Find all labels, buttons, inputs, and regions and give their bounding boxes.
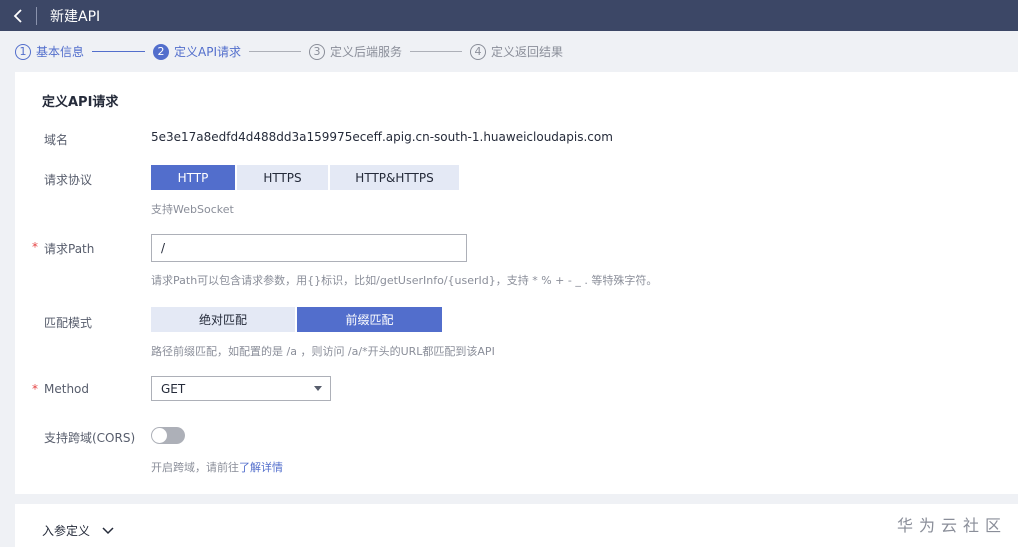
cors-label: 支持跨域(CORS)	[44, 431, 136, 445]
match-option-exact[interactable]: 绝对匹配	[151, 307, 295, 332]
top-bar: 新建API	[0, 0, 1018, 31]
protocol-option-https[interactable]: HTTPS	[237, 165, 328, 190]
step-number-1: 1	[15, 43, 31, 60]
step-label-3: 定义后端服务	[330, 45, 403, 59]
step-label-1: 基本信息	[36, 45, 85, 59]
match-mode-selector: 绝对匹配 前缀匹配	[151, 307, 444, 332]
cors-learn-more-link[interactable]: 了解详情	[239, 461, 283, 474]
required-mark: *	[32, 240, 38, 254]
params-card: 入参定义	[15, 504, 1018, 547]
back-button[interactable]	[0, 0, 36, 31]
step-define-backend[interactable]: 3 定义后端服务	[309, 43, 402, 60]
step-connector	[410, 51, 463, 52]
chevron-down-icon	[102, 526, 114, 534]
watermark: 华为云社区	[897, 516, 1008, 535]
page-title: 新建API	[50, 8, 101, 25]
domain-value: 5e3e17a8edfd4d488dd3a159975eceff.apig.cn…	[151, 130, 613, 144]
step-number-4: 4	[470, 43, 487, 60]
step-define-request[interactable]: 2 定义API请求	[153, 43, 241, 60]
protocol-option-http-https[interactable]: HTTP&HTTPS	[330, 165, 459, 190]
chevron-left-icon	[13, 8, 22, 23]
required-mark: *	[32, 382, 38, 396]
step-label-2: 定义API请求	[174, 45, 242, 59]
match-mode-label: 匹配模式	[44, 316, 93, 330]
toggle-knob	[152, 428, 167, 443]
step-connector	[92, 51, 146, 52]
domain-label: 域名	[44, 133, 69, 147]
protocol-selector: HTTP HTTPS HTTP&HTTPS	[151, 165, 461, 190]
section-title: 定义API请求	[42, 95, 119, 110]
step-number-2: 2	[153, 43, 170, 60]
match-option-prefix[interactable]: 前缀匹配	[297, 307, 442, 332]
step-basic-info[interactable]: 1 基本信息	[15, 43, 84, 60]
step-define-response[interactable]: 4 定义返回结果	[470, 43, 563, 60]
method-select[interactable]: GET	[151, 376, 331, 401]
protocol-hint: 支持WebSocket	[151, 203, 234, 216]
cors-toggle[interactable]	[151, 427, 185, 444]
request-form-card: 定义API请求 域名 5e3e17a8edfd4d488dd3a159975ec…	[15, 72, 1018, 494]
steps-bar: 1 基本信息 2 定义API请求 3 定义后端服务 4 定义返回结果	[0, 31, 1018, 72]
header-divider	[36, 6, 37, 25]
cors-hint: 开启跨域，请前往了解详情	[151, 461, 283, 474]
protocol-option-http[interactable]: HTTP	[151, 165, 235, 190]
protocol-label: 请求协议	[44, 173, 93, 187]
params-section-toggle[interactable]: 入参定义	[42, 522, 114, 539]
step-number-3: 3	[309, 43, 326, 60]
params-label: 入参定义	[42, 524, 91, 538]
path-hint: 请求Path可以包含请求参数，用{}标识，比如/getUserInfo/{use…	[151, 274, 658, 287]
step-connector	[249, 51, 302, 52]
method-label: * Method	[32, 382, 90, 396]
path-label: * 请求Path	[32, 240, 95, 256]
path-input[interactable]: /	[151, 234, 467, 262]
caret-down-icon	[314, 386, 322, 391]
step-label-4: 定义返回结果	[491, 45, 564, 59]
method-value: GET	[161, 381, 186, 396]
match-mode-hint: 路径前缀匹配，如配置的是 /a ，则访问 /a/*开头的URL都匹配到该API	[151, 345, 495, 358]
